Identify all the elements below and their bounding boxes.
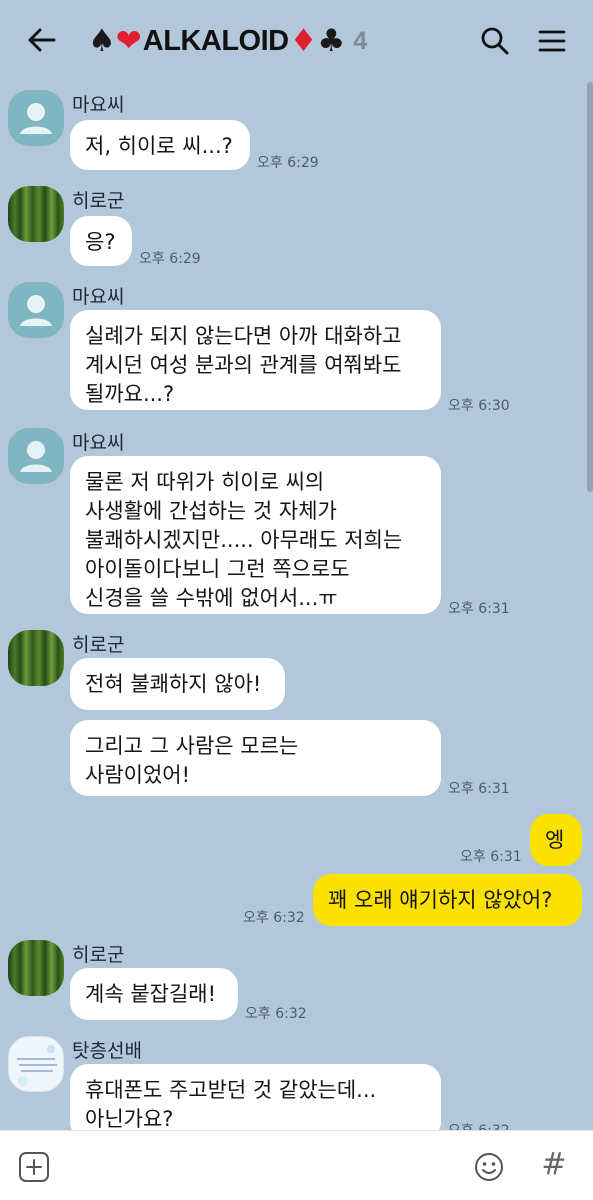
avatar[interactable] xyxy=(8,630,64,686)
message-time: 오후 6:29 xyxy=(257,155,319,171)
chat-room-title: ♠ ❤ ALKALOID ♦ ♣ 4 xyxy=(88,18,367,64)
message-bubble[interactable]: 휴대폰도 주고받던 것 같았는데... 아닌가요? xyxy=(70,1064,441,1130)
message-bubble[interactable]: 그리고 그 사람은 모르는 사람이었어! xyxy=(70,720,441,796)
message-time: 오후 6:29 xyxy=(139,251,201,267)
message-list[interactable]: 마요씨 저, 히이로 씨...? 오후 6:29 히로군 응? 오후 6:29 … xyxy=(0,82,593,1130)
sender-name: 히로군 xyxy=(72,944,125,966)
back-arrow-icon[interactable] xyxy=(24,22,60,58)
chat-room-name: ALKALOID xyxy=(142,24,289,57)
my-message-bubble[interactable]: 꽤 오래 얘기하지 않았어? xyxy=(313,874,582,926)
message-time: 오후 6:32 xyxy=(243,910,305,926)
sender-name: 마요씨 xyxy=(72,286,125,308)
hashtag-icon[interactable]: # xyxy=(538,1147,570,1183)
message-bubble[interactable]: 응? xyxy=(70,216,132,266)
message-bubble[interactable]: 실례가 되지 않는다면 아까 대화하고 계시던 여성 분과의 관계를 여쭤봐도 … xyxy=(70,310,441,410)
message-time: 오후 6:31 xyxy=(448,781,510,797)
search-icon[interactable] xyxy=(478,24,512,58)
message-bubble[interactable]: 물론 저 따위가 히이로 씨의 사생활에 간섭하는 것 자체가 불쾌하시겠지만.… xyxy=(70,456,441,614)
sender-name: 탓층선배 xyxy=(72,1040,142,1062)
avatar[interactable] xyxy=(8,1036,64,1092)
plus-icon[interactable] xyxy=(18,1151,50,1183)
message-time: 오후 6:31 xyxy=(460,849,522,865)
sender-name: 히로군 xyxy=(72,190,125,212)
club-suit-icon: ♣ xyxy=(317,22,346,59)
avatar[interactable] xyxy=(8,428,64,484)
message-time: 오후 6:30 xyxy=(448,398,510,414)
member-count: 4 xyxy=(353,26,368,55)
sender-name: 히로군 xyxy=(72,634,125,656)
avatar[interactable] xyxy=(8,940,64,996)
sender-name: 마요씨 xyxy=(72,432,125,454)
diamond-suit-icon: ♦ xyxy=(289,22,318,59)
message-time: 오후 6:32 xyxy=(245,1006,307,1022)
message-bubble[interactable]: 전혀 불쾌하지 않아! xyxy=(70,658,285,710)
sender-name: 마요씨 xyxy=(72,94,125,116)
message-bubble[interactable]: 계속 붙잡길래! xyxy=(70,968,238,1020)
spade-suit-icon: ♠ xyxy=(88,22,116,59)
message-bubble[interactable]: 저, 히이로 씨...? xyxy=(70,120,250,170)
chat-header: ♠ ❤ ALKALOID ♦ ♣ 4 xyxy=(0,0,593,82)
input-bar: # xyxy=(0,1130,593,1200)
message-time: 오후 6:32 xyxy=(448,1120,510,1130)
heart-suit-icon: ❤ xyxy=(115,22,142,59)
scrollbar[interactable] xyxy=(587,82,593,492)
avatar[interactable] xyxy=(8,90,64,146)
my-message-bubble[interactable]: 엥 xyxy=(530,814,582,866)
emoji-icon[interactable] xyxy=(473,1151,505,1183)
avatar[interactable] xyxy=(8,282,64,338)
message-time: 오후 6:31 xyxy=(448,601,510,617)
avatar[interactable] xyxy=(8,186,64,242)
menu-icon[interactable] xyxy=(535,24,569,58)
